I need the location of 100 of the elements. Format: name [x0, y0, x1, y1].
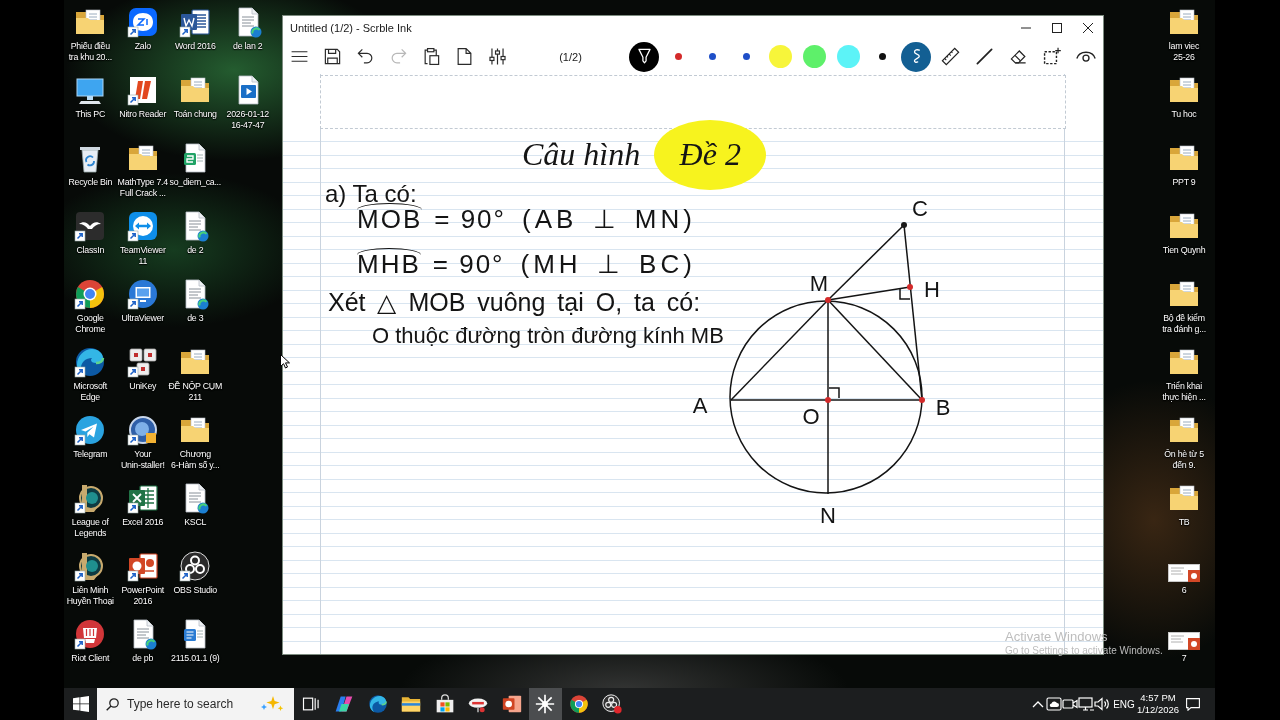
- desktop-icon-label[interactable]: lam viec 25-26: [1168, 41, 1200, 62]
- undo-icon: [356, 47, 375, 66]
- point-label: N: [820, 502, 836, 528]
- speaker-icon[interactable]: [1094, 696, 1110, 712]
- search-field[interactable]: Type here to search: [127, 697, 252, 711]
- app-icon[interactable]: [179, 550, 212, 582]
- reason-text: (MH ⊥ BC): [520, 250, 696, 280]
- desktop-icon-label[interactable]: TB: [1178, 517, 1190, 528]
- desktop-icon-label[interactable]: UltraViewer: [121, 313, 165, 324]
- taskbar-button[interactable]: [528, 688, 562, 720]
- minimize-icon: [1020, 26, 1031, 29]
- shopping-bag-icon: [434, 694, 455, 714]
- desktop-icon-label[interactable]: 2026-01-12 16-47-47: [226, 109, 269, 130]
- desktop-icon-label[interactable]: PowerPoint 2016: [121, 585, 164, 606]
- selection-icon: [1042, 47, 1062, 66]
- desktop-icon-label[interactable]: Chương 6-Hàm số y...: [171, 449, 220, 470]
- desktop-icon-label[interactable]: Word 2016: [174, 41, 216, 52]
- desktop-icon-label[interactable]: Bộ đề kiểm tra đánh g...: [1162, 313, 1206, 334]
- desktop-icon-label[interactable]: Phiếu điều tra khu 20...: [68, 41, 112, 62]
- desktop-icon-label[interactable]: Riot Client: [71, 653, 110, 664]
- desktop-icon-label[interactable]: Google Chrome: [75, 313, 106, 334]
- desktop-icon-label[interactable]: This PC: [75, 109, 105, 120]
- heading-text: Câu hình: [522, 137, 641, 173]
- monitor-icon[interactable]: [1078, 696, 1094, 712]
- desktop-icon-label[interactable]: so_diem_ca...: [169, 177, 221, 188]
- cloud-icon[interactable]: [1046, 696, 1062, 712]
- desktop-icon-label[interactable]: Liên Minh Huyền Thoại: [66, 585, 114, 606]
- desktop-icon-label[interactable]: Excel 2016: [122, 517, 164, 528]
- clock-date[interactable]: 1/12/2026: [1136, 704, 1180, 716]
- search-bar[interactable]: Type here to search: [97, 688, 294, 720]
- desktop-icon-label[interactable]: ClassIn: [76, 245, 105, 256]
- page-indicator: (1/2): [558, 50, 583, 63]
- desktop-icon-label[interactable]: de pb: [132, 653, 154, 664]
- app-icon[interactable]: [74, 414, 107, 446]
- point-label: C: [912, 195, 928, 221]
- clock-time[interactable]: 4:57 PM: [1140, 692, 1176, 704]
- eraser-icon: [1008, 47, 1028, 66]
- desktop-icon-label[interactable]: Tu hoc: [1171, 109, 1197, 120]
- notification-icon: [1186, 697, 1200, 711]
- app-icon[interactable]: [126, 278, 159, 310]
- sliders-icon: [488, 47, 507, 66]
- app-icon[interactable]: [126, 550, 159, 582]
- desktop-icon-label[interactable]: Telegram: [73, 449, 108, 460]
- point-label: A: [692, 392, 708, 418]
- app-icon: [367, 694, 388, 714]
- desktop-icon-label[interactable]: Ôn hè từ 5 đến 9.: [1164, 449, 1204, 470]
- angle-value: = 90°: [432, 250, 505, 280]
- desktop-icon-label[interactable]: TeamViewer 11: [119, 245, 166, 266]
- desktop-icon-label[interactable]: 7: [1181, 653, 1187, 664]
- app-icon[interactable]: [126, 482, 159, 514]
- app-icon: [602, 694, 623, 714]
- desktop-icon-label[interactable]: de 2: [187, 245, 204, 256]
- angle-label: MOB: [357, 203, 423, 235]
- handwritten-text: Xét △ MOB vuông tại O, ta có:: [328, 288, 701, 317]
- desktop-icon-label[interactable]: Recycle Bin: [68, 177, 113, 188]
- folder-icon: [401, 694, 422, 714]
- desktop-icon-label[interactable]: MathType 7.4 Full Crack ...: [117, 177, 168, 198]
- desktop-icon-label[interactable]: ĐỀ NỘP CỤM 211: [168, 381, 223, 402]
- desktop-icon-label[interactable]: KSCL: [184, 517, 207, 528]
- app-icon[interactable]: [126, 74, 159, 106]
- app-icon[interactable]: [126, 414, 159, 446]
- app-icon[interactable]: [126, 6, 159, 38]
- app-icon[interactable]: [74, 210, 107, 242]
- desktop-icon-label[interactable]: de lan 2: [233, 41, 263, 52]
- desktop-icon-label[interactable]: League of Legends: [71, 517, 109, 538]
- app-icon[interactable]: [74, 346, 107, 378]
- language-indicator[interactable]: ENG: [1110, 698, 1138, 710]
- desktop-icon-label[interactable]: OBS Studio: [173, 585, 217, 596]
- desktop-icon-label[interactable]: Zalo: [134, 41, 151, 52]
- pen-nib-tool-button[interactable]: [629, 41, 659, 72]
- desktop-icon-label[interactable]: UniKey: [129, 381, 157, 392]
- maximize-icon: [1051, 22, 1062, 33]
- desktop-icon-label[interactable]: 2115.01.1 (9): [171, 653, 220, 664]
- reason-text: (AB ⊥ MN): [521, 205, 696, 235]
- app-icon[interactable]: [126, 346, 159, 378]
- heading-text: Đề 2: [654, 120, 767, 190]
- desktop-icon-label[interactable]: de 3: [187, 313, 204, 324]
- save-icon: [323, 47, 342, 66]
- app-icon: [334, 694, 355, 714]
- app-icon[interactable]: [74, 618, 107, 650]
- slide-thumbnail-icon[interactable]: [1168, 564, 1200, 582]
- slide-thumbnail-icon[interactable]: [1168, 632, 1200, 650]
- desktop-icon-label[interactable]: 6: [1181, 585, 1187, 596]
- start-icon: [72, 696, 89, 712]
- window-title: Untitled (1/2) - Scrble Ink: [289, 21, 413, 34]
- app-icon[interactable]: [126, 210, 159, 242]
- desktop-icon-label[interactable]: Triển khai thực hiện ...: [1162, 381, 1206, 402]
- camera-icon[interactable]: [1062, 696, 1078, 712]
- desktop-icon-label[interactable]: PPT 9: [1172, 177, 1196, 188]
- right-angle-icon: [828, 387, 840, 399]
- desktop-icon-label[interactable]: Nitro Reader: [119, 109, 167, 120]
- app-icon[interactable]: [179, 6, 212, 38]
- app-icon: [501, 694, 522, 714]
- desktop-icon-label[interactable]: Toán chung: [173, 109, 217, 120]
- squiggle-tool-button[interactable]: [901, 41, 931, 72]
- desktop-icon-label[interactable]: Your Unin-staller!: [120, 449, 165, 470]
- desktop-icon-label[interactable]: Tien Quynh: [1162, 245, 1206, 256]
- app-icon[interactable]: [74, 278, 107, 310]
- desktop-icon-label[interactable]: Microsoft Edge: [73, 381, 107, 402]
- angle-value: = 90°: [434, 205, 506, 235]
